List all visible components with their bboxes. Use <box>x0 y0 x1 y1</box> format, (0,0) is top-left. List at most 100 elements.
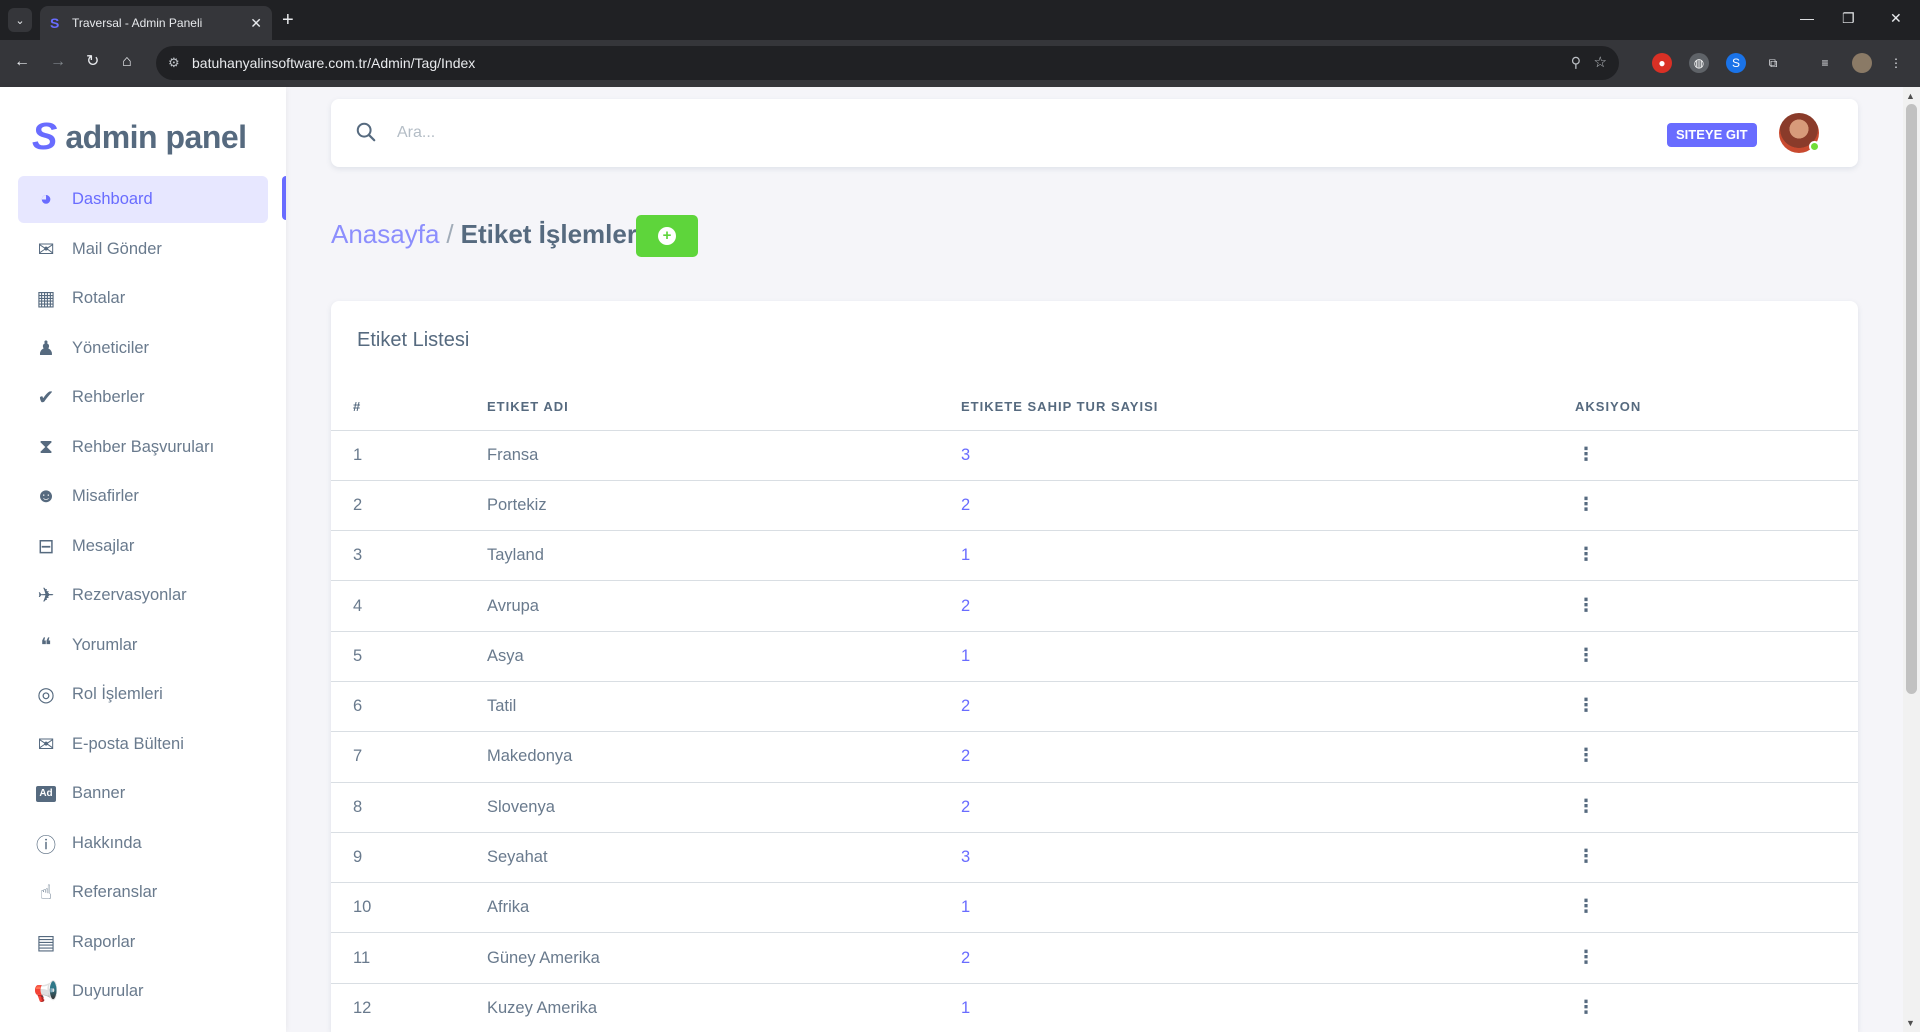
more-actions-icon[interactable]: ⋮ <box>1577 596 1595 614</box>
more-actions-icon[interactable]: ⋮ <box>1577 696 1595 714</box>
column-header-id: # <box>331 383 487 431</box>
search-input[interactable] <box>397 119 627 147</box>
tour-count: 1 <box>961 631 1575 682</box>
minimize-icon[interactable]: — <box>1800 10 1814 26</box>
row-id: 2 <box>331 480 487 532</box>
info-circle-icon: ⓘ <box>36 834 56 857</box>
go-to-site-button[interactable]: SITEYE GIT <box>1667 123 1757 147</box>
more-actions-icon[interactable]: ⋮ <box>1577 646 1595 664</box>
mail-open-icon: ✉ <box>37 238 55 261</box>
sidebar-item-rezervasyonlar[interactable]: ✈ Rezervasyonlar <box>18 572 268 619</box>
action-cell: ⋮ <box>1575 882 1858 934</box>
more-actions-icon[interactable]: ⋮ <box>1577 847 1595 865</box>
brand-name: admin panel <box>65 118 247 155</box>
more-actions-icon[interactable]: ⋮ <box>1577 445 1595 463</box>
site-info-icon[interactable]: ⚙ <box>168 55 180 71</box>
row-id: 1 <box>331 430 487 481</box>
browser-toolbar: ← → ↻ ⌂ ⚙ batuhanyalinsoftware.com.tr/Ad… <box>0 40 1920 87</box>
table-row: 1 Fransa 3 ⋮ <box>331 430 1858 481</box>
more-actions-icon[interactable]: ⋮ <box>1577 797 1595 815</box>
map-icon: ▦ <box>36 288 56 310</box>
close-tab-icon[interactable]: ✕ <box>250 15 262 32</box>
tour-count: 2 <box>961 932 1575 984</box>
more-actions-icon[interactable]: ⋮ <box>1577 998 1595 1016</box>
column-header-name: ETIKET ADI <box>487 383 961 431</box>
back-icon[interactable]: ← <box>14 52 30 72</box>
sidebar-item-e-posta-bulteni[interactable]: ✉ E-posta Bülteni <box>18 721 268 768</box>
scroll-down-icon[interactable]: ▼ <box>1906 1018 1915 1028</box>
add-tag-button[interactable]: + <box>636 215 698 257</box>
breadcrumb: Anasayfa / Etiket İşlemleri <box>331 219 644 250</box>
more-actions-icon[interactable]: ⋮ <box>1577 746 1595 764</box>
row-id: 5 <box>331 631 487 682</box>
sidebar-item-mesajlar[interactable]: ⊟ Mesajlar <box>18 523 268 570</box>
table-header-row: # ETIKET ADI ETIKETE SAHIP TUR SAYISI AK… <box>331 383 1858 431</box>
sidebar-item-label: Yöneticiler <box>72 338 150 357</box>
more-actions-icon[interactable]: ⋮ <box>1577 495 1595 513</box>
sidebar-item-mail-gonder[interactable]: ✉ Mail Gönder <box>18 226 268 273</box>
more-actions-icon[interactable]: ⋮ <box>1577 948 1595 966</box>
plus-circle-icon: + <box>658 227 676 245</box>
zoom-icon[interactable]: ⚲ <box>1571 54 1581 71</box>
scroll-up-icon[interactable]: ▲ <box>1906 91 1915 101</box>
scrollbar-thumb[interactable] <box>1906 104 1917 694</box>
bullhorn-icon: 📢 <box>33 981 59 1003</box>
tag-name: Seyahat <box>487 832 961 884</box>
sidebar-item-rol-islemleri[interactable]: ◎ Rol İşlemleri <box>18 671 268 718</box>
row-id: 12 <box>331 983 487 1032</box>
browser-tab[interactable]: S Traversal - Admin Paneli ✕ <box>40 6 272 40</box>
sidebar-item-rotalar[interactable]: ▦ Rotalar <box>18 275 268 322</box>
globe-extension-icon[interactable]: ◍ <box>1689 53 1709 73</box>
row-id: 3 <box>331 530 487 582</box>
tour-count: 1 <box>961 882 1575 934</box>
close-window-icon[interactable]: ✕ <box>1890 10 1902 27</box>
inbox-icon: ⊟ <box>37 535 55 558</box>
active-indicator <box>282 176 286 220</box>
browser-menu-icon[interactable]: ⋮ <box>1886 53 1906 73</box>
sidebar-item-label: Rehberler <box>72 388 145 406</box>
sidebar-item-label: Mesajlar <box>72 536 135 555</box>
sidebar-item-rehber-basvurulari[interactable]: ⧗ Rehber Başvuruları <box>18 424 268 471</box>
sidebar-item-dashboard[interactable]: ◕ Dashboard <box>18 176 268 223</box>
search-icon <box>356 122 376 142</box>
sidebar-item-label: Yorumlar <box>72 635 138 654</box>
sidebar-item-hakkinda[interactable]: ⓘ Hakkında <box>18 820 268 867</box>
table-row: 7 Makedonya 2 ⋮ <box>331 731 1858 783</box>
sidebar-item-yoneticiler[interactable]: ♟ Yöneticiler <box>18 325 268 372</box>
tag-list-card: Etiket Listesi # ETIKET ADI ETIKETE SAHI… <box>331 301 1858 1032</box>
fingerprint-icon: ◎ <box>37 684 55 706</box>
restore-icon[interactable]: ❐ <box>1842 10 1855 27</box>
reload-icon[interactable]: ↻ <box>86 52 99 72</box>
avatar[interactable] <box>1779 113 1820 153</box>
action-cell: ⋮ <box>1575 932 1858 984</box>
breadcrumb-home-link[interactable]: Anasayfa <box>331 219 439 250</box>
sidebar-item-label: Hakkında <box>72 833 142 852</box>
address-bar[interactable]: ⚙ batuhanyalinsoftware.com.tr/Admin/Tag/… <box>156 46 1619 80</box>
extension-blue-icon[interactable]: S <box>1726 53 1746 73</box>
more-actions-icon[interactable]: ⋮ <box>1577 545 1595 563</box>
sidebar-item-banner[interactable]: Ad Banner <box>18 770 268 817</box>
new-tab-button[interactable]: + <box>282 8 294 32</box>
sidebar-item-yorumlar[interactable]: ❝ Yorumlar <box>18 622 268 669</box>
action-cell: ⋮ <box>1575 832 1858 884</box>
sidebar-item-misafirler[interactable]: ☻ Misafirler <box>18 473 268 520</box>
forward-icon[interactable]: → <box>50 52 66 72</box>
more-actions-icon[interactable]: ⋮ <box>1577 897 1595 915</box>
sidebar-item-rehberler[interactable]: ✔ Rehberler <box>18 374 268 421</box>
home-icon[interactable]: ⌂ <box>122 52 132 72</box>
bookmark-star-icon[interactable]: ☆ <box>1594 53 1607 71</box>
tour-count: 2 <box>961 580 1575 632</box>
sidebar-item-referanslar[interactable]: ☝ Referanslar <box>18 869 268 916</box>
extensions-puzzle-icon[interactable]: ⧉ <box>1763 53 1783 73</box>
tag-name: Portekiz <box>487 480 961 532</box>
tour-count: 3 <box>961 832 1575 884</box>
profile-avatar-icon[interactable] <box>1852 53 1872 73</box>
reading-list-icon[interactable]: ≡ <box>1815 53 1835 73</box>
sidebar-item-duyurular[interactable]: 📢 Duyurular <box>18 968 268 1015</box>
tab-search-button[interactable]: ⌄ <box>8 8 32 32</box>
action-cell: ⋮ <box>1575 631 1858 682</box>
top-navbar: SITEYE GIT <box>331 99 1858 167</box>
sidebar-item-raporlar[interactable]: ▤ Raporlar <box>18 919 268 966</box>
extension-red-icon[interactable]: ● <box>1652 53 1672 73</box>
brand[interactable]: S admin panel <box>32 117 247 157</box>
